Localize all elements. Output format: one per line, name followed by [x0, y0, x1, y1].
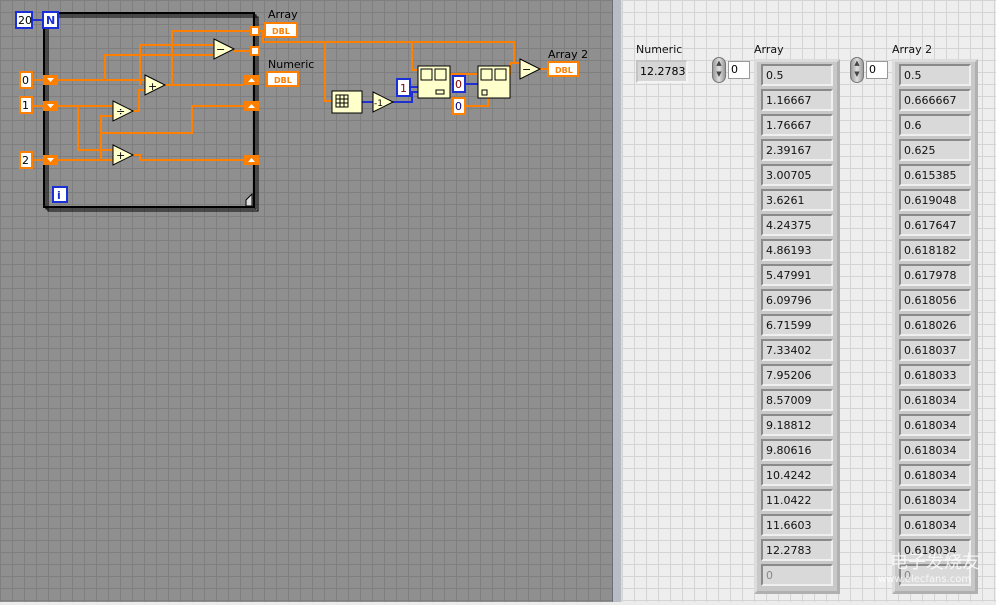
array2-index-input[interactable]: 0 — [866, 61, 888, 79]
array-element: 0.617978 — [899, 264, 971, 286]
subtract-node-2: − — [522, 63, 531, 76]
numeric-indicator-label: Numeric — [268, 58, 314, 71]
array-element: 0.625 — [899, 139, 971, 161]
array-element: 0.5 — [761, 64, 833, 86]
array2-label: Array 2 — [892, 43, 933, 56]
array-indicator-terminal[interactable]: DBL — [264, 22, 298, 38]
numeric-indicator: 12.2783 — [636, 60, 688, 83]
array-element: 8.57009 — [761, 389, 833, 411]
block-diagram[interactable]: 20 N i 0 1 2 + ÷ + − -1 − 1 0 0 Array DB… — [0, 0, 612, 602]
array-element: 10.4242 — [761, 464, 833, 486]
array-element: 4.24375 — [761, 214, 833, 236]
svg-text:2: 2 — [22, 154, 29, 167]
svg-text:1: 1 — [22, 99, 29, 112]
watermark-url: www.elecfans.com — [878, 574, 972, 585]
array-element: 0.618034 — [899, 464, 971, 486]
divide-node: ÷ — [116, 105, 125, 118]
array-element: 12.2783 — [761, 539, 833, 561]
svg-text:N: N — [46, 14, 55, 27]
svg-text:DBL: DBL — [274, 76, 292, 85]
array-element: 0.5 — [899, 64, 971, 86]
svg-text:DBL: DBL — [272, 27, 290, 36]
array-element: 11.6603 — [761, 514, 833, 536]
svg-text:0: 0 — [455, 100, 462, 113]
array-element-empty: 0 — [761, 564, 833, 586]
constant-0[interactable]: 0 — [19, 71, 33, 89]
diagram-canvas: 20 N i 0 1 2 + ÷ + − -1 − 1 0 0 Array DB… — [15, 8, 588, 212]
array-element: 0.618182 — [899, 239, 971, 261]
add-node-1: + — [148, 80, 157, 93]
array-element: 0.618034 — [899, 514, 971, 536]
watermark-text: 电子发烧友 — [890, 552, 980, 573]
numeric-indicator-terminal[interactable]: DBL — [266, 71, 299, 87]
index-constant-0[interactable]: 0 — [452, 75, 466, 93]
array2-index-spinner[interactable]: ▲ ▼ — [850, 57, 864, 83]
array-element: 0.618034 — [899, 389, 971, 411]
array-element: 0.618037 — [899, 339, 971, 361]
svg-text:1: 1 — [400, 82, 407, 95]
array2-indicator[interactable]: 0.5 0.666667 0.6 0.625 0.615385 0.619048 0.617… — [892, 59, 978, 594]
index-constant-1[interactable]: 1 — [396, 78, 411, 97]
loop-count-constant[interactable]: 20 — [15, 11, 33, 29]
array-element: 9.18812 — [761, 414, 833, 436]
array-element: 6.71599 — [761, 314, 833, 336]
array-element: 2.39167 — [761, 139, 833, 161]
array-element: 0.615385 — [899, 164, 971, 186]
array-element: 5.47991 — [761, 264, 833, 286]
array-index-input[interactable]: 0 — [728, 61, 750, 79]
count-terminal: N — [42, 11, 59, 29]
array-element: 4.86193 — [761, 239, 833, 261]
svg-text:0: 0 — [455, 78, 462, 91]
array-element: 0.6 — [899, 114, 971, 136]
for-loop[interactable] — [43, 12, 259, 212]
array2-indicator-label: Array 2 — [548, 48, 588, 61]
svg-text:DBL: DBL — [555, 66, 573, 75]
array-element: 1.16667 — [761, 89, 833, 111]
array-element: 3.00705 — [761, 164, 833, 186]
numeric-label: Numeric — [636, 43, 683, 56]
decrement-node: -1 — [374, 99, 383, 109]
add-node-2: + — [116, 149, 125, 162]
array-element: 6.09796 — [761, 289, 833, 311]
wires — [31, 30, 548, 161]
svg-text:i: i — [57, 189, 61, 202]
array-element: 0.617647 — [899, 214, 971, 236]
svg-text:0: 0 — [22, 74, 29, 87]
array-label: Array — [754, 43, 784, 56]
array-element: 0.618034 — [899, 439, 971, 461]
array-element: 7.95206 — [761, 364, 833, 386]
array-element: 11.0422 — [761, 489, 833, 511]
array-element: 0.666667 — [899, 89, 971, 111]
constant-2[interactable]: 2 — [19, 151, 33, 169]
array-indicator-label: Array — [268, 8, 298, 21]
array-element: 1.76667 — [761, 114, 833, 136]
iteration-terminal: i — [52, 186, 68, 203]
watermark-logo: 电子发烧友 www.elecfans.com — [848, 548, 980, 585]
constant-1[interactable]: 1 — [19, 96, 33, 114]
array-element: 0.618034 — [899, 414, 971, 436]
subtract-node: − — [216, 43, 225, 56]
pane-splitter[interactable] — [612, 0, 622, 602]
array-element: 3.6261 — [761, 189, 833, 211]
array2-indicator-terminal[interactable]: DBL — [547, 61, 579, 77]
array-element: 0.618056 — [899, 289, 971, 311]
array-element: 7.33402 — [761, 339, 833, 361]
array-element: 0.619048 — [899, 189, 971, 211]
array-indicator[interactable]: 0.5 1.16667 1.76667 2.39167 3.00705 3.6261 4.2… — [754, 59, 840, 594]
svg-text:20: 20 — [18, 14, 32, 27]
array-element: 9.80616 — [761, 439, 833, 461]
length-constant-0[interactable]: 0 — [452, 97, 466, 115]
array-element: 0.618033 — [899, 364, 971, 386]
array-element: 0.618026 — [899, 314, 971, 336]
array-element: 0.618034 — [899, 489, 971, 511]
array-index-spinner[interactable]: ▲ ▼ — [712, 57, 726, 83]
